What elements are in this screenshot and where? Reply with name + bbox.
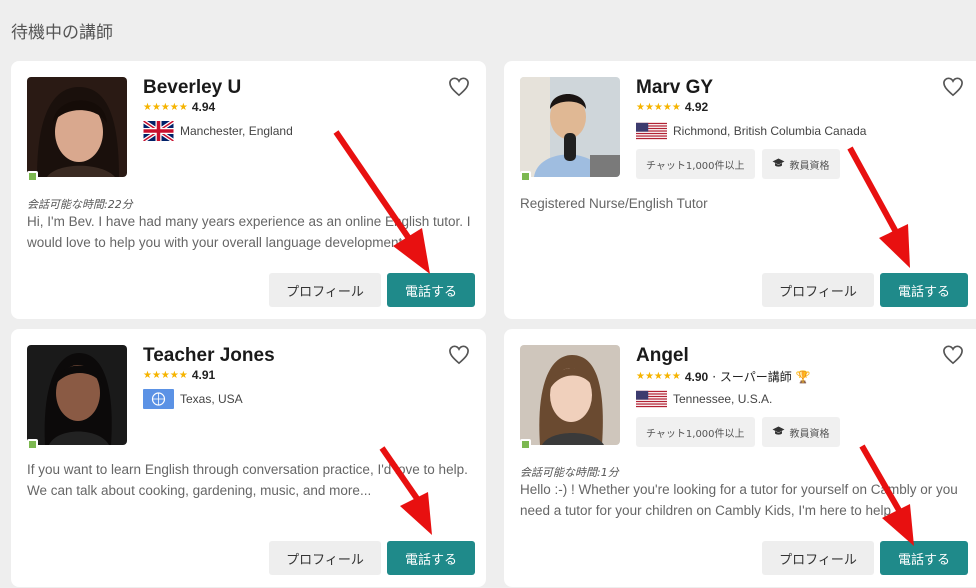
tutor-card[interactable]: Angel ★★★★★ 4.90 · スーパー講師 🏆 Tennessee, U… <box>504 329 976 587</box>
star-rating-icon: ★★★★★ <box>636 101 681 113</box>
call-button[interactable]: 電話する <box>880 273 968 307</box>
tutor-card[interactable]: Teacher Jones ★★★★★ 4.91 Texas, USA If y… <box>11 329 486 587</box>
chat-count-badge: チャット1,000件以上 <box>636 417 755 447</box>
star-rating-icon: ★★★★★ <box>143 369 188 381</box>
tutor-name[interactable]: Teacher Jones <box>143 345 275 367</box>
favorite-heart-icon[interactable] <box>448 77 470 97</box>
tutor-name[interactable]: Beverley U <box>143 77 241 99</box>
online-indicator <box>520 439 531 450</box>
profile-button[interactable]: プロフィール <box>269 541 381 575</box>
location: Texas, USA <box>143 389 243 409</box>
location-text: Tennessee, U.S.A. <box>673 392 773 406</box>
tutor-card[interactable]: Beverley U ★★★★★ 4.94 Manchester, Englan… <box>11 61 486 319</box>
availability: 会話可能な時間:22分 <box>27 198 133 211</box>
rating-value: 4.92 <box>684 100 709 114</box>
call-button[interactable]: 電話する <box>387 541 475 575</box>
tutor-description: Hello :-) ! Whether you're looking for a… <box>520 482 958 518</box>
section-title: 待機中の講師 <box>11 23 113 43</box>
star-rating-icon: ★★★★★ <box>143 101 188 113</box>
avatar[interactable] <box>520 77 620 177</box>
tutor-card[interactable]: Marv GY ★★★★★ 4.92 Richmond, British Col… <box>504 61 976 319</box>
call-button[interactable]: 電話する <box>387 273 475 307</box>
location-text: Richmond, British Columbia Canada <box>673 124 867 138</box>
tutor-description: Hi, I'm Bev. I have had many years exper… <box>27 214 471 250</box>
graduation-cap-icon <box>772 158 785 171</box>
profile-button[interactable]: プロフィール <box>269 273 381 307</box>
favorite-heart-icon[interactable] <box>942 345 964 365</box>
availability: 会話可能な時間:1分 <box>520 466 619 479</box>
location: Richmond, British Columbia Canada <box>636 121 866 141</box>
online-indicator <box>27 439 38 450</box>
star-rating-icon: ★★★★★ <box>636 371 681 382</box>
un-flag-icon <box>143 389 174 409</box>
favorite-heart-icon[interactable] <box>942 77 964 97</box>
rating: ★★★★★ 4.92 <box>636 100 708 114</box>
chat-count-badge: チャット1,000件以上 <box>636 149 755 179</box>
call-button[interactable]: 電話する <box>880 541 968 575</box>
tutor-description: Registered Nurse/English Tutor <box>520 196 708 211</box>
us-flag-icon <box>636 389 667 409</box>
avatar[interactable] <box>27 345 127 445</box>
rating-value: 4.94 <box>191 100 216 114</box>
favorite-heart-icon[interactable] <box>448 345 470 365</box>
profile-button[interactable]: プロフィール <box>762 273 874 307</box>
rating-value: 4.91 <box>191 368 216 382</box>
super-tutor-label: · スーパー講師 🏆 <box>712 370 811 384</box>
rating: ★★★★★ 4.90 · スーパー講師 🏆 <box>636 368 810 385</box>
graduation-cap-icon <box>772 426 785 439</box>
location-text: Manchester, England <box>180 124 293 138</box>
badges: チャット1,000件以上 教員資格 <box>636 149 840 179</box>
rating: ★★★★★ 4.94 <box>143 100 215 114</box>
rating-value: 4.90 <box>684 369 709 384</box>
location-text: Texas, USA <box>180 392 243 406</box>
us-flag-icon <box>636 121 667 141</box>
online-indicator <box>27 171 38 182</box>
teacher-cert-badge: 教員資格 <box>761 149 840 179</box>
tutor-name[interactable]: Marv GY <box>636 77 713 99</box>
profile-button[interactable]: プロフィール <box>762 541 874 575</box>
location: Manchester, England <box>143 121 293 141</box>
location: Tennessee, U.S.A. <box>636 389 772 409</box>
tutor-name[interactable]: Angel <box>636 345 689 367</box>
rating: ★★★★★ 4.91 <box>143 368 215 382</box>
online-indicator <box>520 171 531 182</box>
avatar[interactable] <box>520 345 620 445</box>
badges: チャット1,000件以上 教員資格 <box>636 417 840 447</box>
tutor-description: If you want to learn English through con… <box>27 462 468 498</box>
avatar[interactable] <box>27 77 127 177</box>
teacher-cert-badge: 教員資格 <box>761 417 840 447</box>
uk-flag-icon <box>143 121 174 141</box>
